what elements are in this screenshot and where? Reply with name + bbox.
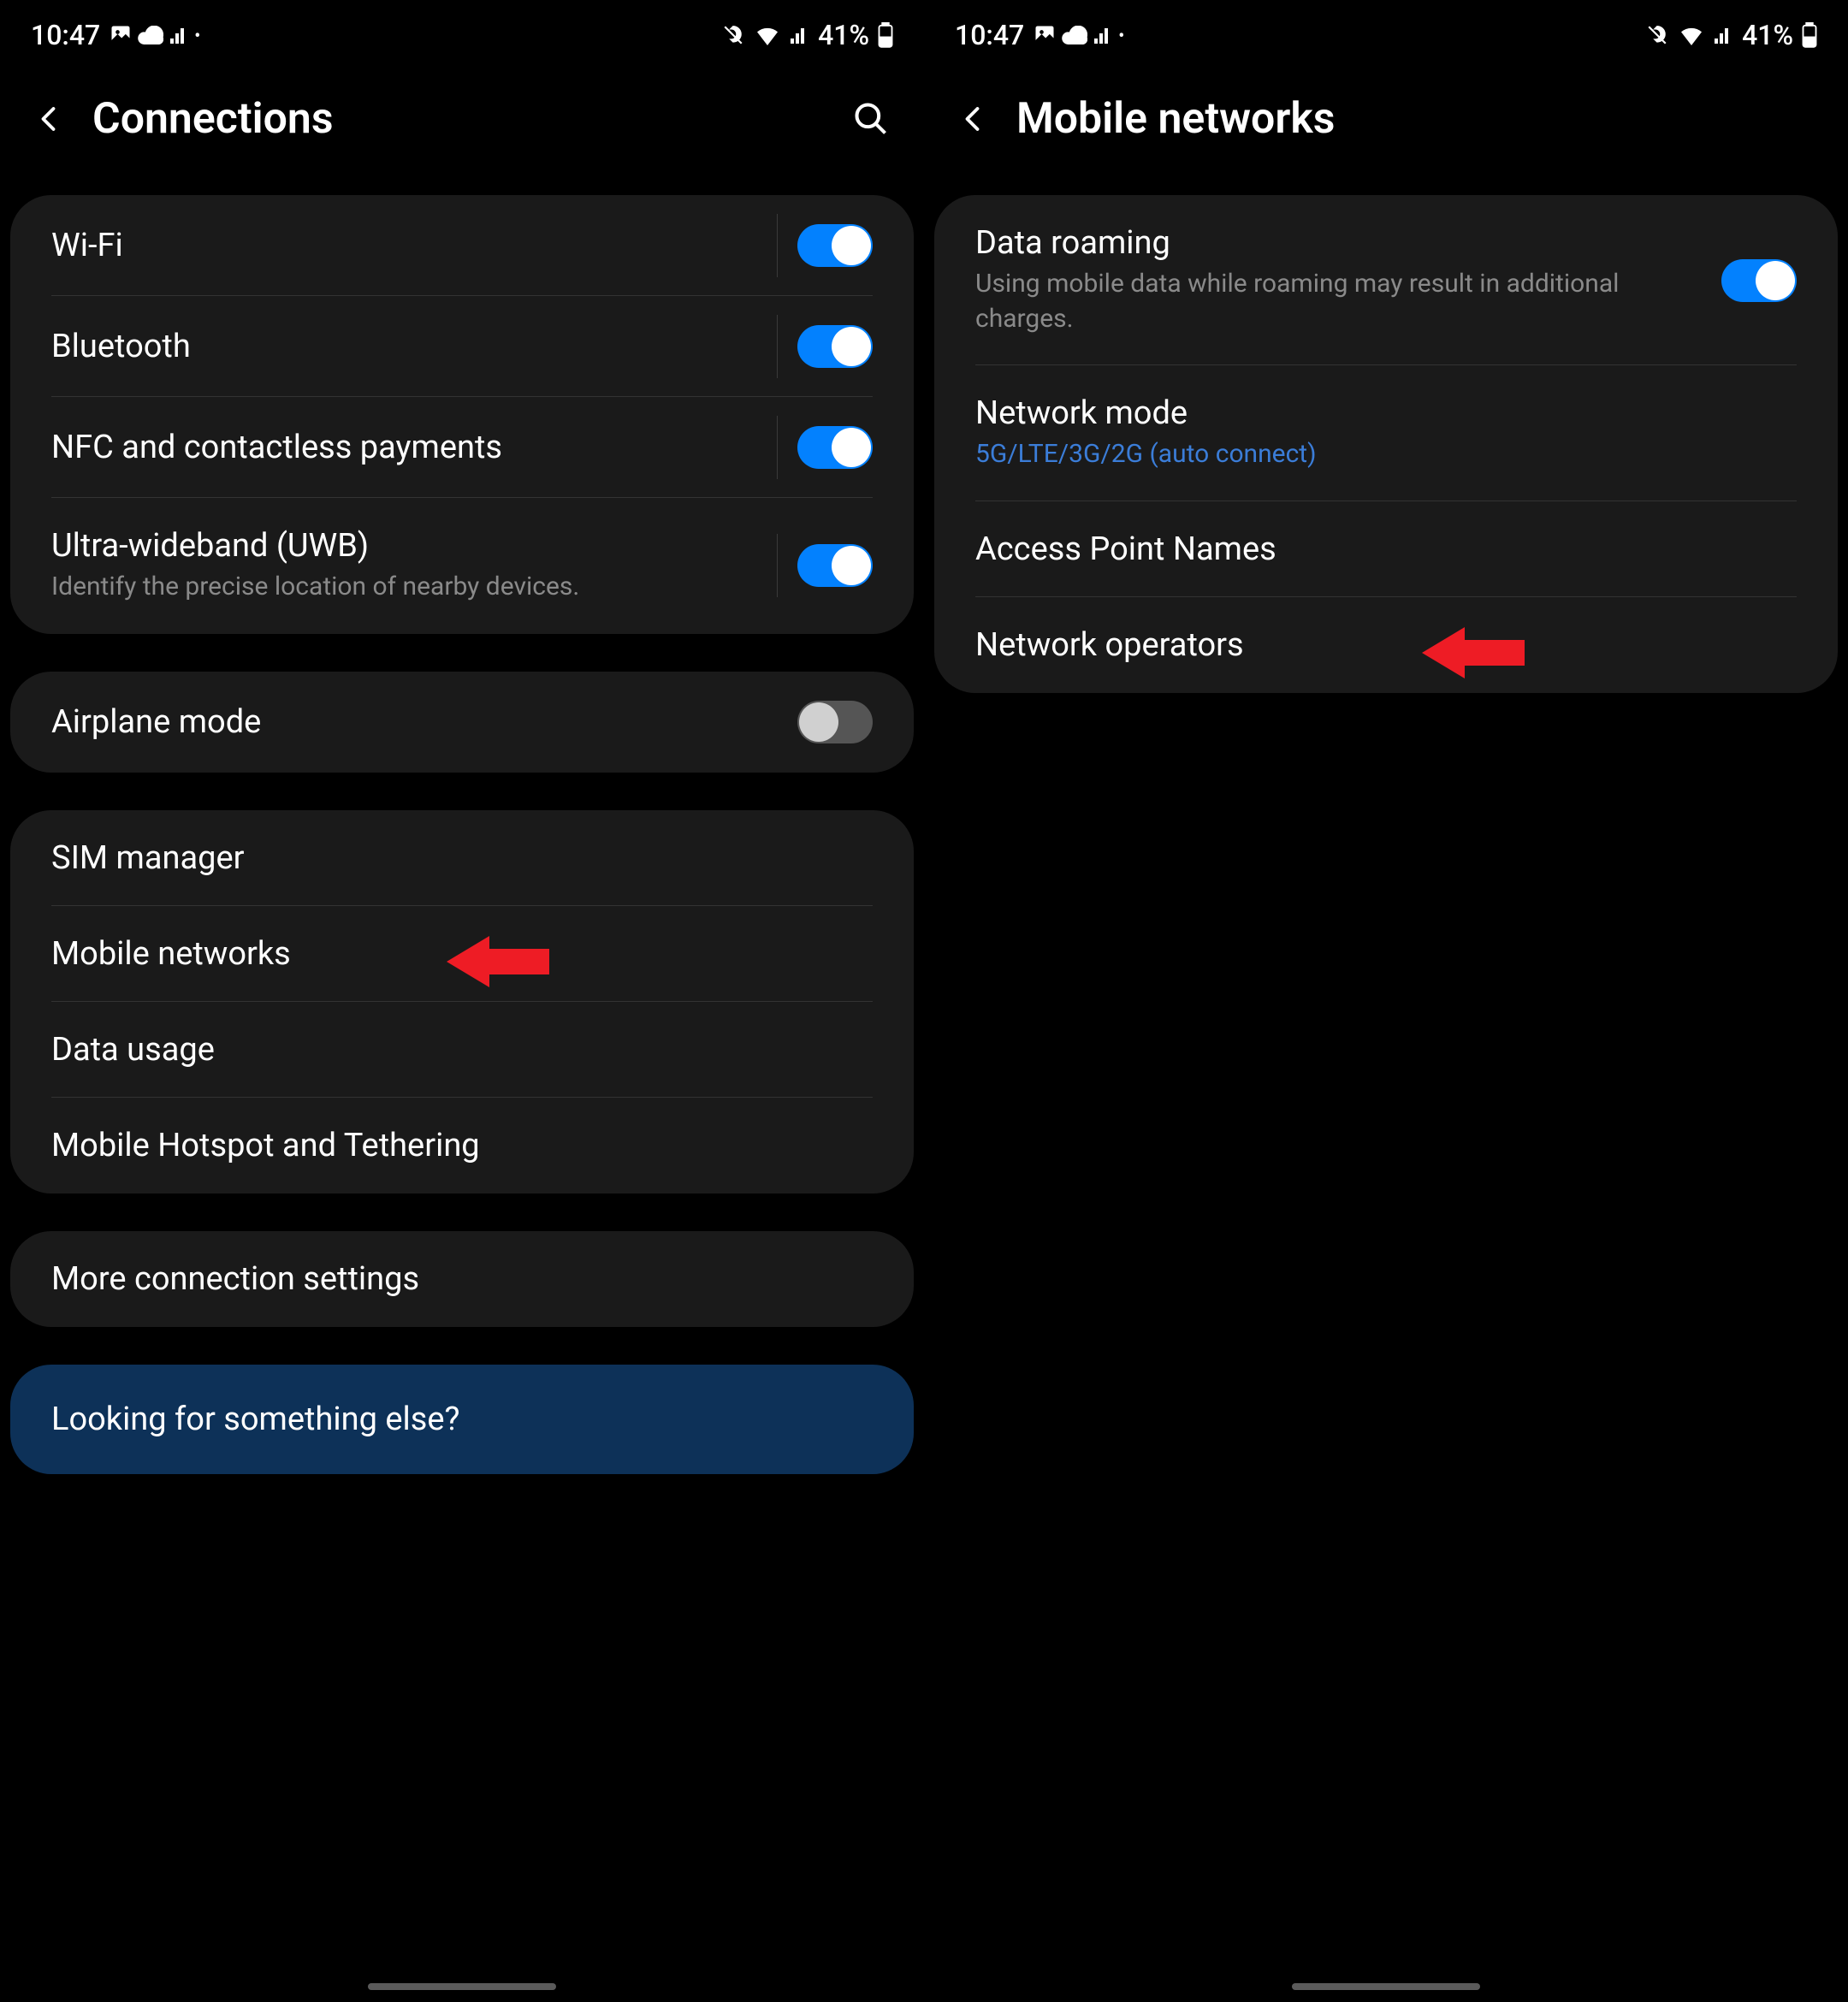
toggle-bluetooth[interactable] — [797, 325, 873, 368]
row-title: Network mode — [975, 394, 1797, 432]
row-uwb[interactable]: Ultra-wideband (UWB) Identify the precis… — [10, 498, 914, 634]
row-title: More connection settings — [51, 1260, 873, 1298]
wifi-icon — [755, 25, 780, 45]
wifi-icon — [1679, 25, 1704, 45]
toggle-roaming[interactable] — [1721, 259, 1797, 302]
row-apn[interactable]: Access Point Names — [934, 501, 1838, 597]
vibrate-icon — [720, 24, 746, 46]
status-bar: 10:47 • 41% — [924, 0, 1848, 60]
dot-icon: • — [194, 25, 200, 45]
row-title: Data usage — [51, 1031, 873, 1069]
card-mobile: SIM manager Mobile networks Data usage M… — [10, 810, 914, 1194]
status-bar: 10:47 • 41% — [0, 0, 924, 60]
row-airplane[interactable]: Airplane mode — [10, 672, 914, 773]
status-time: 10:47 — [31, 19, 100, 51]
row-sub: Identify the precise location of nearby … — [51, 570, 797, 605]
toggle-airplane[interactable] — [797, 701, 873, 743]
status-left-icons: • — [109, 23, 200, 47]
row-title: Wi-Fi — [51, 227, 797, 264]
row-title: Mobile networks — [51, 935, 873, 973]
screen-connections: 10:47 • 41% Connections Wi-Fi — [0, 0, 924, 2002]
card-wireless: Wi-Fi Bluetooth NFC and contactless paym… — [10, 195, 914, 634]
row-title: Network operators — [975, 626, 1797, 664]
page-title: Connections — [92, 94, 825, 144]
row-title: Ultra-wideband (UWB) — [51, 527, 797, 565]
back-button[interactable] — [31, 100, 68, 138]
vibrate-icon — [1644, 24, 1670, 46]
row-more[interactable]: More connection settings — [10, 1231, 914, 1327]
search-button[interactable] — [849, 97, 893, 141]
signal-icon-2 — [789, 25, 809, 45]
row-sub: Using mobile data while roaming may resu… — [975, 267, 1721, 336]
picture-icon — [1033, 23, 1057, 47]
cloud-icon — [138, 26, 163, 44]
toggle-uwb[interactable] — [797, 544, 873, 587]
battery-percent: 41% — [818, 19, 869, 51]
signal-icon — [169, 25, 189, 45]
battery-icon — [878, 22, 893, 48]
screen-mobile-networks: 10:47 • 41% Mobile networks Data roaming — [924, 0, 1848, 2002]
row-title: Airplane mode — [51, 703, 797, 741]
page-title: Mobile networks — [1016, 94, 1817, 144]
row-bluetooth[interactable]: Bluetooth — [10, 296, 914, 397]
header: Connections — [0, 60, 924, 195]
row-nfc[interactable]: NFC and contactless payments — [10, 397, 914, 498]
row-title: Access Point Names — [975, 530, 1797, 568]
back-button[interactable] — [955, 100, 992, 138]
battery-percent: 41% — [1742, 19, 1793, 51]
home-indicator[interactable] — [368, 1983, 556, 1990]
card-network: Data roaming Using mobile data while roa… — [934, 195, 1838, 693]
row-hotspot[interactable]: Mobile Hotspot and Tethering — [10, 1098, 914, 1194]
card-more: More connection settings — [10, 1231, 914, 1327]
header: Mobile networks — [924, 60, 1848, 195]
row-sub: 5G/LTE/3G/2G (auto connect) — [975, 437, 1797, 472]
toggle-wifi[interactable] — [797, 224, 873, 267]
row-title: NFC and contactless payments — [51, 429, 797, 466]
row-network-mode[interactable]: Network mode 5G/LTE/3G/2G (auto connect) — [934, 365, 1838, 501]
row-mobile-networks[interactable]: Mobile networks — [10, 906, 914, 1002]
cloud-icon — [1062, 26, 1087, 44]
row-operators[interactable]: Network operators — [934, 597, 1838, 693]
battery-icon — [1802, 22, 1817, 48]
signal-icon-2 — [1713, 25, 1733, 45]
row-title: SIM manager — [51, 839, 873, 877]
search-icon — [852, 100, 890, 138]
row-title: Mobile Hotspot and Tethering — [51, 1127, 873, 1164]
help-title: Looking for something else? — [51, 1401, 873, 1438]
help-card[interactable]: Looking for something else? — [10, 1365, 914, 1474]
dot-icon: • — [1118, 25, 1124, 45]
signal-icon — [1093, 25, 1113, 45]
status-time: 10:47 — [955, 19, 1024, 51]
row-wifi[interactable]: Wi-Fi — [10, 195, 914, 296]
picture-icon — [109, 23, 133, 47]
card-airplane: Airplane mode — [10, 672, 914, 773]
row-data-usage[interactable]: Data usage — [10, 1002, 914, 1098]
row-title: Data roaming — [975, 224, 1721, 262]
row-roaming[interactable]: Data roaming Using mobile data while roa… — [934, 195, 1838, 365]
row-title: Bluetooth — [51, 328, 797, 365]
home-indicator[interactable] — [1292, 1983, 1480, 1990]
status-left-icons: • — [1033, 23, 1124, 47]
toggle-nfc[interactable] — [797, 426, 873, 469]
row-sim[interactable]: SIM manager — [10, 810, 914, 906]
